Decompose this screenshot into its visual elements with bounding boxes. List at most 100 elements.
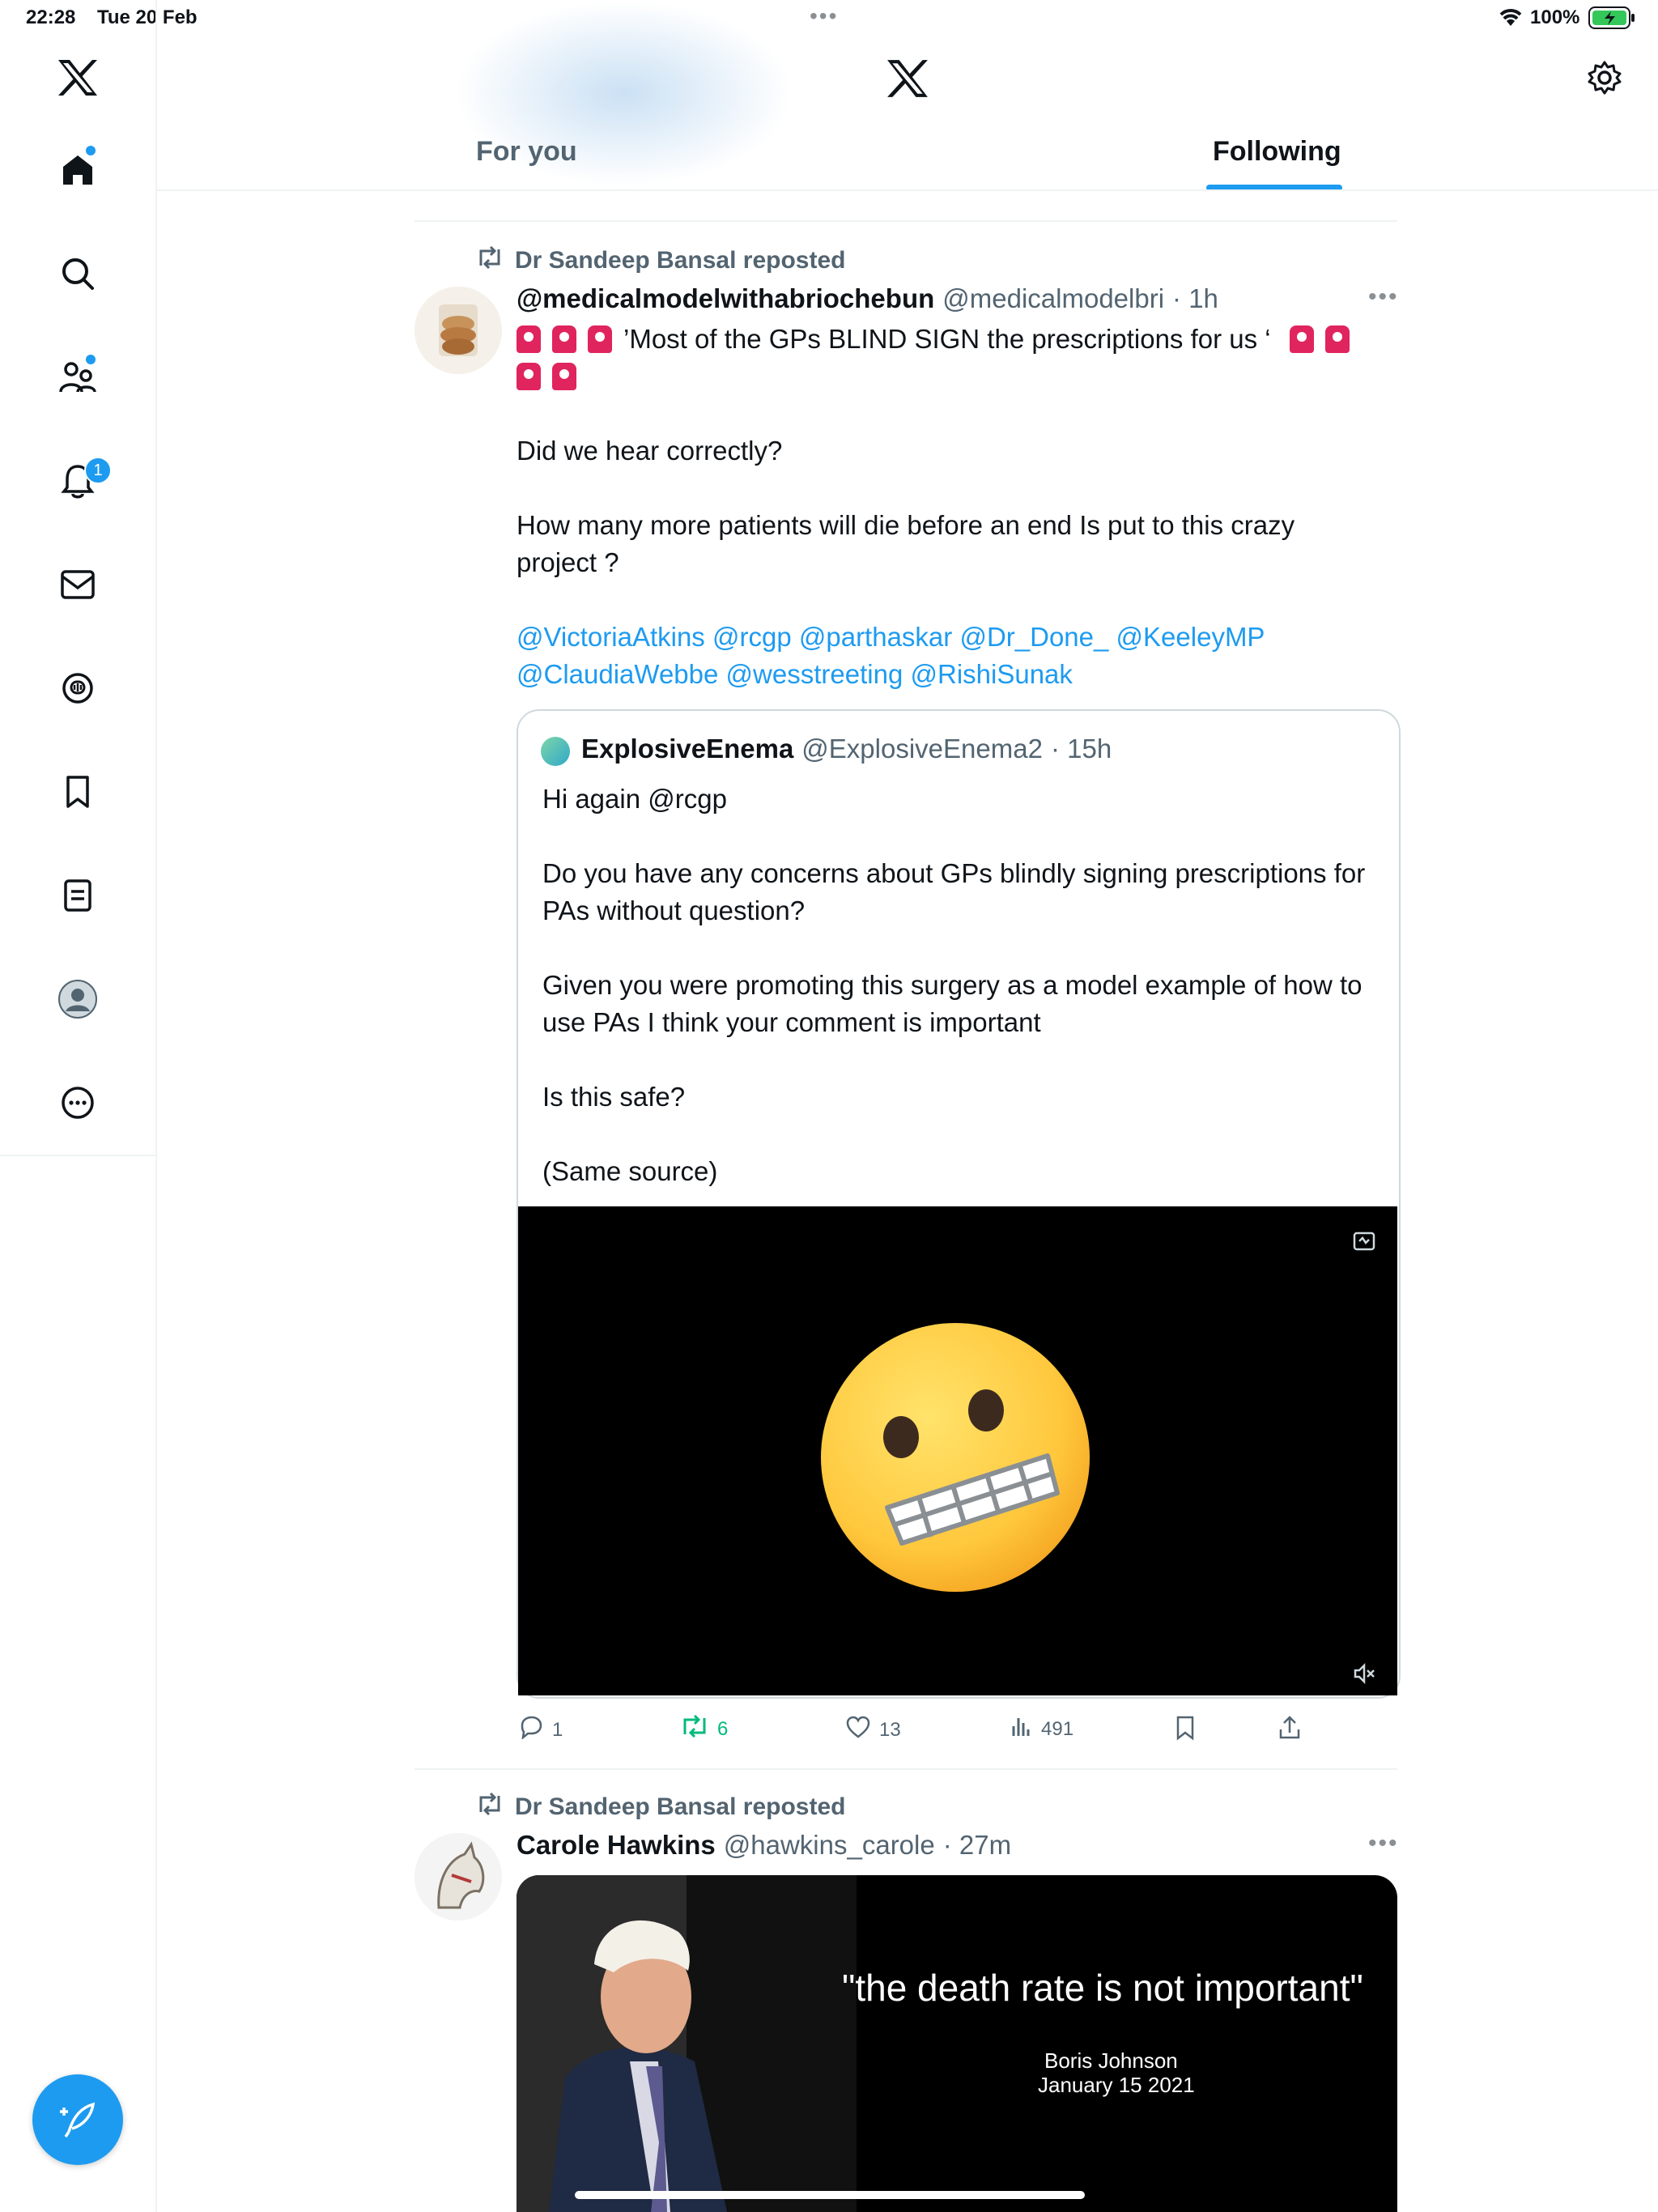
repost-icon (476, 1792, 504, 1822)
reply-icon (518, 1715, 544, 1745)
quote-body: Hi again @rcgp Do you have any concerns … (542, 781, 1368, 1227)
views-count: 491 (1041, 1717, 1074, 1740)
spaces-icon[interactable] (53, 664, 102, 713)
mention-link[interactable]: @wesstreeting (726, 659, 903, 689)
home-notification-dot (86, 146, 96, 155)
video-mute-icon[interactable] (1352, 1661, 1376, 1690)
quote-author-name[interactable]: ExplosiveEnema (581, 734, 793, 764)
siren-emoji-icon (517, 325, 541, 353)
more-icon[interactable] (53, 1078, 102, 1127)
tab-for-you[interactable]: For you (476, 136, 577, 168)
mention-link[interactable]: @rcgp (712, 622, 792, 652)
search-icon[interactable] (53, 249, 102, 298)
author-handle[interactable]: @hawkins_carole (724, 1830, 935, 1861)
lists-icon[interactable] (53, 871, 102, 920)
repost-label: Dr Sandeep Bansal reposted (515, 247, 846, 274)
tweet-paragraph: How many more patients will die before a… (517, 510, 1295, 577)
horse-avatar-image (414, 1833, 502, 1921)
mention-link[interactable]: @ClaudiaWebbe (517, 659, 718, 689)
quote-paragraph: Do you have any concerns about GPs blind… (542, 858, 1366, 925)
feed-divider (414, 220, 1397, 222)
battery-percent: 100% (1530, 6, 1580, 28)
views-icon (1010, 1715, 1033, 1743)
tabs-border (155, 189, 1658, 191)
reply-button[interactable]: 1 (518, 1715, 563, 1745)
mention-link[interactable]: @Dr_Done_ (959, 622, 1108, 652)
tweet-more-options-icon[interactable]: ••• (1368, 283, 1399, 311)
quote-paragraph: Hi again @rcgp (542, 784, 727, 814)
author-avatar[interactable] (414, 287, 502, 374)
media-attribution-name: Boris Johnson (1044, 2048, 1178, 2073)
siren-emoji-icon (552, 363, 576, 390)
quote-author-avatar[interactable] (541, 737, 570, 766)
mention-link[interactable]: @RishiSunak (910, 659, 1072, 689)
feed-divider (414, 1768, 1397, 1770)
media-quote-text: "the death rate is not important" (842, 1967, 1363, 2009)
share-icon (1278, 1715, 1302, 1746)
tweet-mentions: @VictoriaAtkins @rcgp @parthaskar @Dr_Do… (517, 619, 1375, 693)
tweet-more-options-icon[interactable]: ••• (1368, 1830, 1399, 1857)
reply-count: 1 (552, 1718, 563, 1741)
profile-avatar-icon[interactable] (53, 975, 102, 1023)
repost-label: Dr Sandeep Bansal reposted (515, 1793, 846, 1820)
bookmark-button[interactable] (1174, 1715, 1197, 1746)
tweet-author-line: @medicalmodelwithabriochebun @medicalmod… (517, 283, 1218, 314)
repost-indicator[interactable]: Dr Sandeep Bansal reposted (476, 1792, 846, 1822)
man-in-suit-photo (517, 1875, 857, 2212)
quote-paragraph: (Same source) (542, 1156, 718, 1186)
brioche-avatar-image (414, 287, 502, 374)
repost-icon (476, 245, 504, 275)
author-name[interactable]: @medicalmodelwithabriochebun (517, 283, 934, 314)
heart-icon (845, 1715, 871, 1745)
mention-link[interactable]: @VictoriaAtkins (517, 622, 705, 652)
wifi-icon (1498, 6, 1524, 32)
tweet-paragraph: Did we hear correctly? (517, 436, 783, 466)
author-handle[interactable]: @medicalmodelbri (942, 283, 1164, 314)
siren-emoji-icon (517, 363, 541, 390)
compose-post-button[interactable] (32, 2074, 123, 2165)
siren-emoji-icon (1324, 325, 1350, 353)
tweet-media-image[interactable] (517, 1875, 1397, 2212)
repost-indicator[interactable]: Dr Sandeep Bansal reposted (476, 245, 846, 275)
gear-icon[interactable] (1587, 60, 1622, 100)
tab-following[interactable]: Following (1213, 136, 1341, 168)
siren-emoji-icon (552, 325, 576, 353)
mention-link[interactable]: @KeeleyMP (1116, 622, 1265, 652)
x-logo-icon[interactable] (57, 58, 99, 101)
share-button[interactable] (1278, 1715, 1302, 1746)
like-button[interactable]: 13 (845, 1715, 901, 1745)
media-attribution-date: January 15 2021 (1038, 2073, 1195, 2097)
author-name[interactable]: Carole Hawkins (517, 1830, 716, 1861)
repost-count: 6 (717, 1717, 729, 1740)
home-indicator[interactable] (575, 2191, 1085, 2199)
repost-icon (680, 1714, 709, 1743)
quote-time[interactable]: · 15h (1051, 734, 1112, 764)
video-settings-icon[interactable] (1352, 1229, 1376, 1257)
battery-icon (1588, 6, 1635, 33)
like-count: 13 (879, 1718, 901, 1741)
siren-emoji-icon (1289, 325, 1314, 353)
tweet-time[interactable]: · 27m (943, 1830, 1011, 1861)
tweet-text-line1: ’Most of the GPs BLIND SIGN the prescrip… (623, 324, 1271, 354)
x-logo-icon-header[interactable] (886, 58, 929, 103)
quote-author-handle[interactable]: @ExplosiveEnema2 (801, 734, 1043, 764)
notification-badge: 1 (84, 457, 112, 484)
sidebar-divider (0, 1155, 155, 1156)
author-avatar[interactable] (414, 1833, 502, 1921)
multitasking-dots-icon[interactable]: ••• (810, 3, 838, 29)
siren-emoji-icon (588, 325, 612, 353)
tweet-author-line: Carole Hawkins @hawkins_carole · 27m (517, 1830, 1011, 1861)
bookmark-icon[interactable] (53, 768, 102, 816)
tweet-body: ’Most of the GPs BLIND SIGN the prescrip… (517, 321, 1375, 730)
quote-paragraph: Is this safe? (542, 1082, 686, 1112)
mail-icon[interactable] (53, 560, 102, 609)
quote-paragraph: Given you were promoting this surgery as… (542, 970, 1363, 1037)
bookmark-icon (1174, 1715, 1197, 1746)
tweet-time[interactable]: · 1h (1172, 283, 1218, 314)
quote-author-line: ExplosiveEnema @ExplosiveEnema2 · 15h (581, 734, 1112, 764)
communities-notification-dot (86, 355, 96, 364)
grimacing-face-emoji (818, 1320, 1093, 1595)
views-button[interactable]: 491 (1010, 1715, 1073, 1743)
mention-link[interactable]: @parthaskar (799, 622, 952, 652)
repost-button[interactable]: 6 (680, 1714, 729, 1743)
